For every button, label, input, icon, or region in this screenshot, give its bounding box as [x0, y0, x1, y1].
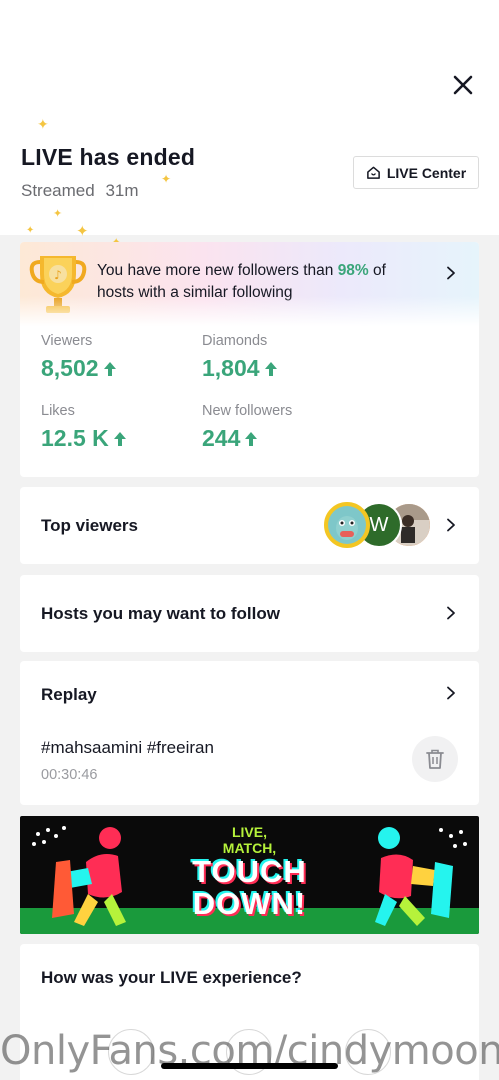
top-viewers-row[interactable]: Top viewers W [20, 487, 479, 564]
hosts-to-follow-row[interactable]: Hosts you may want to follow [20, 575, 479, 652]
stat-value: 1,804 [202, 355, 260, 381]
stat-label: Likes [41, 403, 75, 419]
stat-viewers: Viewers 8,502 [41, 333, 117, 382]
stat-value: 8,502 [41, 355, 99, 381]
sparkle-icon: ✦ [161, 172, 172, 186]
promo-line-4: DOWN! [192, 886, 307, 921]
chevron-right-icon[interactable] [444, 686, 458, 700]
sparkle-icon: ✦ [76, 223, 89, 240]
svg-text:♪: ♪ [54, 268, 62, 282]
stat-value: 244 [202, 425, 241, 451]
replay-label: Replay [41, 685, 97, 704]
arrow-up-icon [245, 431, 258, 446]
stat-value-row: 8,502 [41, 355, 117, 382]
avatar [324, 502, 370, 548]
followers-banner[interactable]: ♪ You have more new followers than 98% o… [20, 242, 479, 326]
stat-diamonds: Diamonds 1,804 [202, 333, 278, 382]
stat-value: 12.5 K [41, 425, 109, 451]
sparkle-icon: ✦ [53, 208, 63, 220]
summary-card: ♪ You have more new followers than 98% o… [20, 242, 479, 477]
streamed-label: Streamed [21, 181, 95, 200]
feedback-question: How was your LIVE experience? [41, 968, 302, 987]
delete-replay-button[interactable] [412, 736, 458, 782]
streamed-duration: 31m [105, 181, 139, 200]
page-title: LIVE has ended [21, 144, 196, 170]
stat-label: Diamonds [202, 333, 268, 349]
top-viewers-label: Top viewers [41, 516, 138, 535]
promo-headline: TOUCH DOWN! [20, 856, 479, 920]
home-icon [366, 166, 380, 179]
arrow-up-icon [113, 431, 126, 446]
chevron-right-icon [447, 606, 455, 620]
stat-new-followers: New followers 244 [202, 403, 292, 452]
live-center-button[interactable]: LIVE Center [353, 156, 479, 189]
promo-line-1: LIVE, [231, 824, 267, 840]
replay-duration: 00:30:46 [41, 767, 98, 783]
stat-label: New followers [202, 403, 293, 419]
chevron-right-icon [447, 518, 455, 532]
chevron-right-icon [447, 266, 455, 280]
sparkle-icon: ✦ [37, 116, 49, 132]
trophy-icon: ♪ [29, 256, 87, 313]
banner-text-before: You have more new followers than [97, 262, 338, 279]
promo-tagline: LIVE, MATCH, [20, 824, 479, 856]
sparkle-icon: ✦ [26, 225, 35, 236]
stat-likes: Likes 12.5 K [41, 403, 127, 452]
close-button[interactable] [448, 70, 478, 100]
home-indicator[interactable] [161, 1063, 338, 1069]
monster-avatar-icon [328, 506, 366, 544]
replay-card: Replay #mahsaamini #freeiran 00:30:46 [20, 661, 479, 805]
trash-icon [426, 749, 444, 769]
followers-comparison-text: You have more new followers than 98% of … [97, 260, 427, 304]
stat-label: Viewers [41, 333, 93, 349]
stat-value-row: 12.5 K [41, 425, 127, 452]
stat-value-row: 244 [202, 425, 292, 452]
followers-percent: 98% [337, 262, 369, 279]
replay-title-text[interactable]: #mahsaamini #freeiran [41, 738, 214, 758]
close-icon [453, 75, 473, 95]
live-center-label: LIVE Center [386, 164, 467, 181]
hosts-to-follow-label: Hosts you may want to follow [41, 604, 280, 623]
promo-banner[interactable]: LIVE, MATCH, TOUCH DOWN! [20, 816, 479, 934]
arrow-up-icon [264, 361, 277, 376]
arrow-up-icon [103, 361, 116, 376]
streamed-info: Streamed 31m [21, 181, 139, 201]
promo-line-3: TOUCH [192, 854, 307, 889]
stat-value-row: 1,804 [202, 355, 278, 382]
